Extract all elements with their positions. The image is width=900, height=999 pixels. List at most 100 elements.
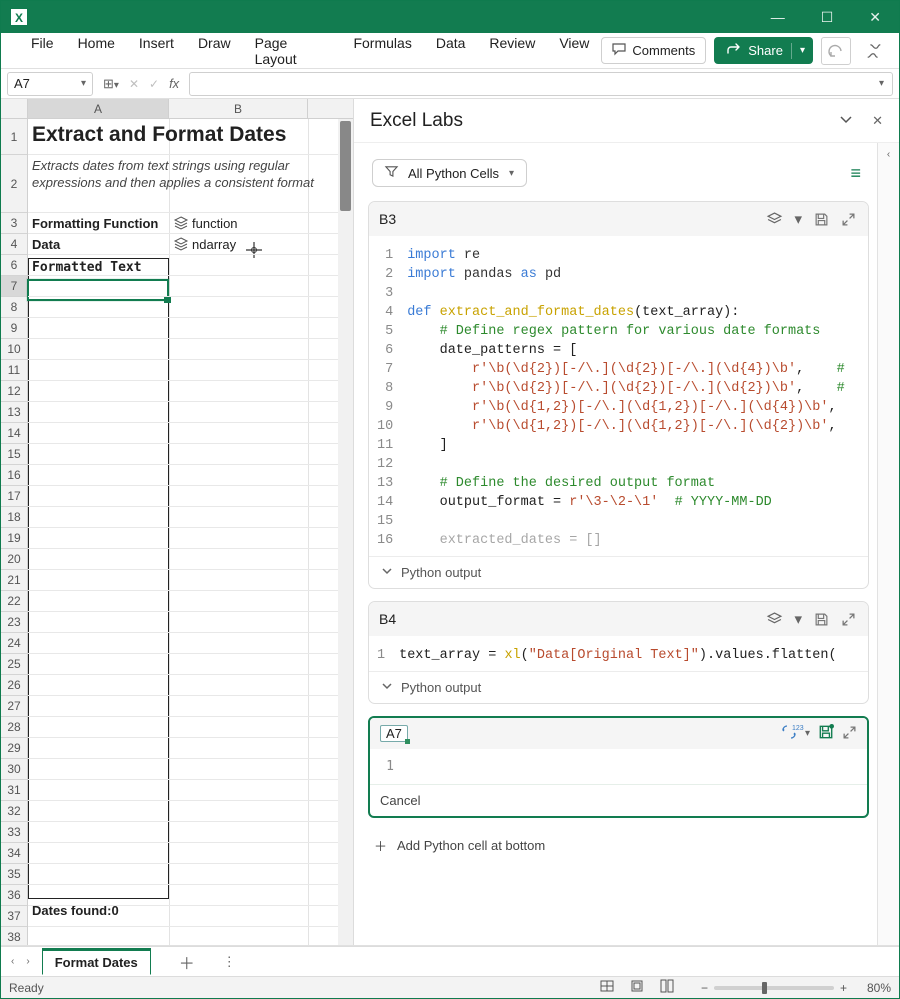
save-icon[interactable] <box>812 610 831 629</box>
name-box[interactable]: A7 ▾ <box>7 72 93 96</box>
row-header-28[interactable]: 28 <box>1 717 27 738</box>
convert-icon[interactable]: 123 <box>781 724 797 743</box>
cancel-button[interactable]: Cancel <box>370 785 867 816</box>
expand-icon[interactable] <box>839 210 858 229</box>
row-header-34[interactable]: 34 <box>1 843 27 864</box>
row-header-12[interactable]: 12 <box>1 381 27 402</box>
row-header-11[interactable]: 11 <box>1 360 27 381</box>
add-python-cell-button[interactable]: ＋ Add Python cell at bottom <box>368 830 869 861</box>
filter-chip[interactable]: All Python Cells ▾ <box>372 159 527 187</box>
row-header-2[interactable]: 2 <box>1 155 27 213</box>
code-editor-B3[interactable]: 12345678910111213141516 import reimport … <box>369 236 868 557</box>
copilot-button[interactable] <box>859 37 889 65</box>
row-headers[interactable]: 1234678910111213141516171819202122232425… <box>1 119 28 945</box>
row-header-15[interactable]: 15 <box>1 444 27 465</box>
code-editor-A7[interactable]: 1 <box>370 749 867 785</box>
row-header-7[interactable]: 7 <box>1 276 27 297</box>
sheets-menu-icon[interactable]: ⋮ <box>223 954 236 970</box>
row-header-21[interactable]: 21 <box>1 570 27 591</box>
row-header-31[interactable]: 31 <box>1 780 27 801</box>
chevron-left-icon[interactable]: ‹ <box>887 149 890 945</box>
minimize-icon[interactable]: — <box>771 9 785 25</box>
column-header-B[interactable]: B <box>169 99 308 118</box>
row-header-1[interactable]: 1 <box>1 119 27 155</box>
row-header-35[interactable]: 35 <box>1 864 27 885</box>
cancel-fx-icon[interactable]: ✕ <box>125 77 143 91</box>
comments-button[interactable]: Comments <box>601 37 706 64</box>
row-header-23[interactable]: 23 <box>1 612 27 633</box>
row-header-18[interactable]: 18 <box>1 507 27 528</box>
row-header-4[interactable]: 4 <box>1 234 27 255</box>
share-button[interactable]: Share ▾ <box>714 37 813 64</box>
expand-icon[interactable] <box>839 610 858 629</box>
fx-icon[interactable]: fx <box>165 76 183 91</box>
save-commit-icon[interactable] <box>818 724 834 743</box>
row-header-10[interactable]: 10 <box>1 339 27 360</box>
column-header-A[interactable]: A <box>28 99 169 118</box>
python-output-B3[interactable]: Python output <box>369 557 868 588</box>
row-header-14[interactable]: 14 <box>1 423 27 444</box>
clock-button[interactable] <box>821 37 851 65</box>
chevron-down-icon[interactable]: ▾ <box>792 208 804 230</box>
row-header-17[interactable]: 17 <box>1 486 27 507</box>
row-header-3[interactable]: 3 <box>1 213 27 234</box>
row-header-16[interactable]: 16 <box>1 465 27 486</box>
row-header-36[interactable]: 36 <box>1 885 27 906</box>
new-sheet-icon[interactable]: ＋ <box>163 950 211 974</box>
layers-icon[interactable] <box>765 610 784 629</box>
chevron-down-icon[interactable]: ▾ <box>792 608 804 630</box>
row-header-22[interactable]: 22 <box>1 591 27 612</box>
tab-view[interactable]: View <box>547 29 601 73</box>
close-icon[interactable]: ✕ <box>869 9 881 26</box>
maximize-icon[interactable]: ☐ <box>821 9 834 26</box>
chevron-down-icon[interactable]: ▾ <box>879 78 884 89</box>
active-cell-A7[interactable] <box>27 279 169 301</box>
next-sheet-icon[interactable]: › <box>26 956 29 967</box>
enter-fx-icon[interactable]: ✓ <box>145 77 163 91</box>
row-header-37[interactable]: 37 <box>1 906 27 927</box>
pane-side-strip[interactable]: ‹ <box>877 143 899 945</box>
prev-sheet-icon[interactable]: ‹ <box>11 956 14 967</box>
row-header-20[interactable]: 20 <box>1 549 27 570</box>
worksheet-grid[interactable]: A B 123467891011121314151617181920212223… <box>1 99 353 945</box>
tab-pagelayout[interactable]: Page Layout <box>243 29 342 73</box>
tab-insert[interactable]: Insert <box>127 29 186 73</box>
view-pagebreak-icon[interactable] <box>655 979 679 996</box>
vertical-scrollbar[interactable] <box>338 119 353 945</box>
cells-area[interactable]: Extract and Format Dates Extracts dates … <box>28 119 353 945</box>
tab-data[interactable]: Data <box>424 29 478 73</box>
row-header-26[interactable]: 26 <box>1 675 27 696</box>
tab-file[interactable]: File <box>19 29 66 73</box>
view-normal-icon[interactable] <box>595 979 619 996</box>
select-all-corner[interactable] <box>1 99 28 118</box>
sheet-tab-active[interactable]: Format Dates <box>42 948 151 975</box>
expand-icon[interactable] <box>842 725 857 743</box>
row-header-9[interactable]: 9 <box>1 318 27 339</box>
chevron-down-icon[interactable] <box>838 111 854 130</box>
tab-draw[interactable]: Draw <box>186 29 243 73</box>
row-header-24[interactable]: 24 <box>1 633 27 654</box>
tab-formulas[interactable]: Formulas <box>341 29 423 73</box>
close-pane-icon[interactable]: ✕ <box>872 113 883 129</box>
row-header-8[interactable]: 8 <box>1 297 27 318</box>
row-header-13[interactable]: 13 <box>1 402 27 423</box>
tab-review[interactable]: Review <box>477 29 547 73</box>
zoom-value[interactable]: 80% <box>867 981 891 995</box>
formula-input[interactable]: ▾ <box>189 72 893 96</box>
row-header-25[interactable]: 25 <box>1 654 27 675</box>
view-pagelayout-icon[interactable] <box>625 979 649 996</box>
row-header-38[interactable]: 38 <box>1 927 27 945</box>
row-header-6[interactable]: 6 <box>1 255 27 276</box>
tab-home[interactable]: Home <box>66 29 127 73</box>
python-dropdown-icon[interactable]: ⊞▾ <box>99 76 123 92</box>
row-header-19[interactable]: 19 <box>1 528 27 549</box>
zoom-out-icon[interactable]: − <box>701 981 708 995</box>
python-output-B4[interactable]: Python output <box>369 672 868 703</box>
row-header-32[interactable]: 32 <box>1 801 27 822</box>
save-icon[interactable] <box>812 210 831 229</box>
row-header-33[interactable]: 33 <box>1 822 27 843</box>
row-header-27[interactable]: 27 <box>1 696 27 717</box>
chevron-down-icon[interactable]: ▾ <box>805 728 810 739</box>
menu-icon[interactable]: ≡ <box>850 163 867 184</box>
code-editor-B4[interactable]: 1 text_array = xl("Data[Original Text]")… <box>369 636 868 672</box>
